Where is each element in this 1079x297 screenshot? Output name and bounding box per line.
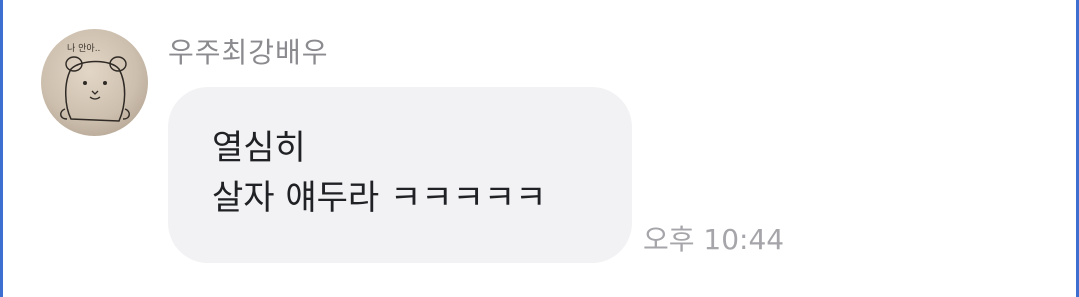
message-text-line: 열심히 [212,128,306,168]
incoming-message-row: 나 안아.. 우주최강배우 열심히 살자 얘두라 ㅋㅋㅋㅋㅋ 오후 10:44 [0,0,1079,297]
message-bubble[interactable]: 열심히 살자 얘두라 ㅋㅋㅋㅋㅋ [168,87,632,263]
sender-name[interactable]: 우주최강배우 [168,33,329,73]
message-text-line: 살자 얘두라 ㅋㅋㅋㅋㅋ [212,178,547,218]
message-timestamp: 오후 10:44 [643,223,785,256]
avatar-caption: 나 안아.. [67,43,100,54]
hamster-drawing-icon: 나 안아.. [60,43,130,122]
sender-avatar[interactable]: 나 안아.. [41,29,148,136]
